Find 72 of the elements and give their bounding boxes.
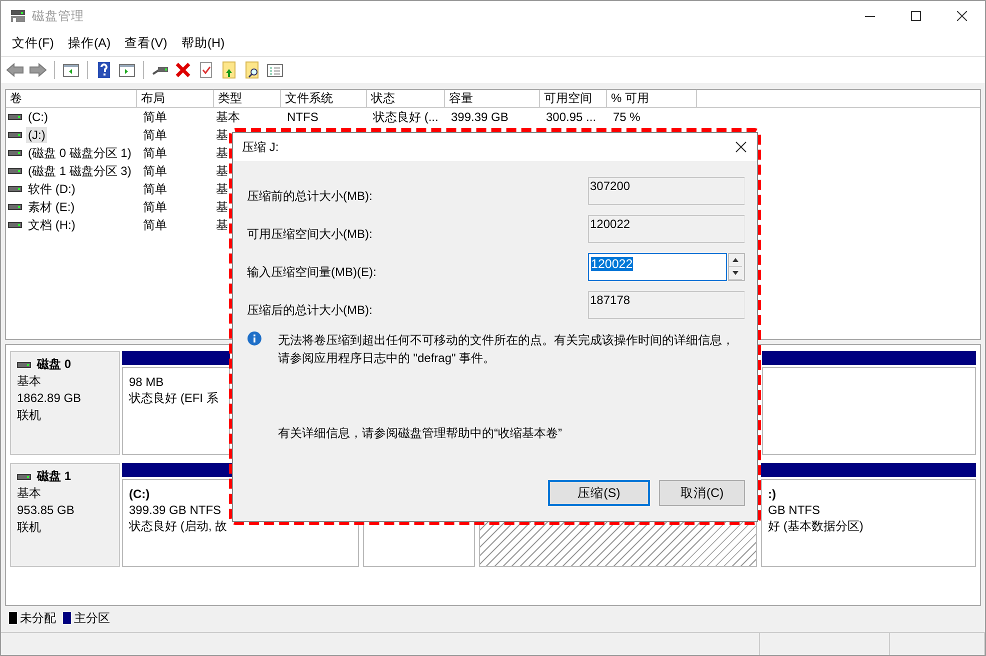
column-header[interactable]: 类型: [214, 90, 281, 108]
volume-name[interactable]: (磁盘 1 磁盘分区 3): [26, 163, 134, 179]
table-cell: 基: [216, 146, 228, 160]
partition-box[interactable]: 98 MB 状态良好 (EFI 系: [122, 367, 230, 455]
disk-name: 磁盘 0: [37, 356, 72, 373]
volume-name[interactable]: (J:): [26, 127, 48, 143]
partition-info: 98 MB: [129, 374, 165, 390]
field-label: 压缩后的总计大小(MB):: [247, 302, 374, 318]
column-header[interactable]: 布局: [137, 90, 214, 108]
volume-name[interactable]: (C:): [26, 109, 50, 125]
partition-title: :): [768, 486, 777, 502]
window-title: 磁盘管理: [32, 8, 85, 24]
volume-name[interactable]: 素材 (E:): [26, 199, 77, 215]
partition-info: GB NTFS: [768, 502, 822, 518]
table-cell: 75 %: [613, 110, 640, 124]
info-message: 无法将卷压缩到超出任何不可移动的文件所在的点。有关完成该操作时间的详细信息，请参阅应用程序日志中的 "defrag" 事件。: [278, 332, 735, 367]
partition-info: 399.39 GB NTFS: [129, 502, 222, 518]
disk-size: 953.85 GB: [17, 502, 76, 519]
table-cell: 基本: [216, 110, 240, 124]
table-cell: 简单: [143, 146, 167, 160]
shrink-button[interactable]: 压缩(S): [548, 480, 650, 506]
disk-status: 联机: [17, 407, 42, 424]
column-header[interactable]: 状态: [367, 90, 445, 108]
table-cell: 简单: [143, 164, 167, 178]
readonly-field: 307200: [588, 177, 745, 205]
column-header[interactable]: 可用空间: [540, 90, 607, 108]
help-text: 有关详细信息，请参阅磁盘管理帮助中的“收缩基本卷”: [278, 425, 563, 442]
column-header[interactable]: 容量: [445, 90, 540, 108]
partition-title: (C:): [129, 486, 151, 502]
field-label: 输入压缩空间量(MB)(E):: [247, 264, 378, 280]
field-label: 可用压缩空间大小(MB):: [247, 226, 374, 242]
table-cell: 基: [216, 218, 228, 232]
table-cell: 399.39 GB: [451, 110, 508, 124]
dialog-title: 压缩 J:: [242, 138, 280, 156]
table-cell: 基: [216, 200, 228, 214]
legend-label: 未分配: [20, 610, 56, 626]
menu-item[interactable]: 文件(F): [5, 35, 61, 52]
table-cell: 状态良好 (...: [373, 110, 438, 124]
table-cell: 300.95 ...: [546, 110, 596, 124]
table-cell: 基: [216, 164, 228, 178]
table-cell: NTFS: [287, 110, 318, 124]
partition-info: 好 (基本数据分区): [768, 518, 864, 534]
column-header[interactable]: 卷: [6, 90, 137, 108]
menu-item[interactable]: 查看(V): [118, 35, 174, 52]
partition-info: 状态良好 (EFI 系: [129, 390, 220, 406]
volume-name[interactable]: 软件 (D:): [26, 181, 78, 197]
table-cell: 简单: [143, 218, 167, 232]
cancel-button[interactable]: 取消(C): [659, 480, 745, 506]
readonly-field: 120022: [588, 215, 745, 243]
menu-item[interactable]: 操作(A): [60, 35, 118, 52]
field-label: 压缩前的总计大小(MB):: [247, 188, 374, 204]
partition-box[interactable]: :) GB NTFS 好 (基本数据分区): [761, 479, 976, 567]
column-header[interactable]: % 可用: [607, 90, 697, 108]
disk-name: 磁盘 1: [37, 468, 72, 485]
volume-name[interactable]: 文档 (H:): [26, 217, 78, 233]
table-cell: 基: [216, 182, 228, 196]
table-cell: 简单: [143, 110, 167, 124]
spin-field[interactable]: 120022: [588, 253, 727, 281]
partition-info: 状态良好 (启动, 故: [129, 518, 228, 534]
volume-name[interactable]: (磁盘 0 磁盘分区 1): [26, 145, 134, 161]
disk-type: 基本: [17, 373, 42, 390]
table-cell: 简单: [143, 200, 167, 214]
disk-type: 基本: [17, 485, 42, 502]
legend-label: 主分区: [74, 610, 110, 626]
column-header[interactable]: 文件系统: [281, 90, 367, 108]
disk-size: 1862.89 GB: [17, 390, 82, 407]
readonly-field: 187178: [588, 291, 745, 319]
disk-status: 联机: [17, 519, 42, 536]
table-cell: 基: [216, 128, 228, 142]
table-cell: 简单: [143, 182, 167, 196]
table-cell: 简单: [143, 128, 167, 142]
menu-item[interactable]: 帮助(H): [174, 35, 232, 52]
